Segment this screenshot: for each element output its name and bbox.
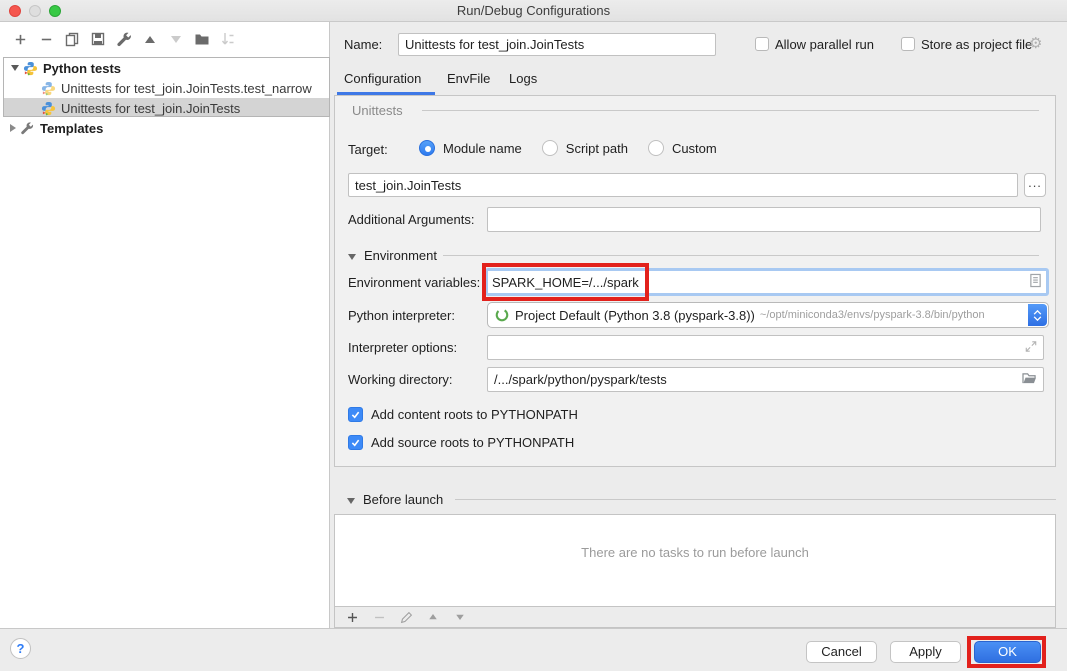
python-interpreter-select[interactable]: Project Default (Python 3.8 (pyspark-3.8… xyxy=(487,302,1049,328)
additional-arguments-input[interactable] xyxy=(487,207,1041,232)
store-as-project-file-label: Store as project file xyxy=(921,37,1032,52)
tree-item-templates[interactable]: Templates xyxy=(3,118,330,138)
templates-wrench-icon xyxy=(20,121,35,136)
before-launch-tasks-list[interactable]: There are no tasks to run before launch xyxy=(334,514,1056,607)
before-launch-title: Before launch xyxy=(363,492,443,507)
unittests-config-panel: Unittests Target: Module name Script pat… xyxy=(334,95,1056,467)
allow-parallel-run-label: Allow parallel run xyxy=(775,37,874,52)
chevron-down-icon[interactable] xyxy=(11,65,19,71)
move-task-down-icon xyxy=(452,609,468,625)
python-interpreter-label: Python interpreter: xyxy=(348,308,455,323)
minimize-window-button xyxy=(29,5,41,17)
python-tests-icon xyxy=(23,61,38,76)
configurations-sidebar: Python tests Unittests for test_join.Joi… xyxy=(0,22,330,628)
tree-item-unittests-narrow[interactable]: Unittests for test_join.JoinTests.test_n… xyxy=(4,78,329,98)
additional-arguments-label: Additional Arguments: xyxy=(348,212,474,227)
env-variables-list-icon[interactable] xyxy=(1029,273,1042,291)
chevron-right-icon[interactable] xyxy=(10,124,16,132)
interpreter-options-label: Interpreter options: xyxy=(348,340,457,355)
add-content-roots-checkbox[interactable] xyxy=(348,407,363,422)
folder-icon[interactable] xyxy=(1022,372,1037,388)
tree-item-python-tests[interactable]: Python tests xyxy=(4,58,329,78)
before-launch-toolbar xyxy=(334,607,1056,628)
title-bar: Run/Debug Configurations xyxy=(0,0,1067,22)
conda-env-icon xyxy=(495,308,509,322)
environment-variables-label: Environment variables: xyxy=(348,275,480,290)
radio-module-name[interactable] xyxy=(419,140,435,156)
copy-icon[interactable] xyxy=(64,31,80,47)
store-as-project-file-checkbox[interactable] xyxy=(901,37,915,51)
apply-button[interactable]: Apply xyxy=(890,641,961,663)
help-button[interactable]: ? xyxy=(10,638,31,659)
edit-templates-icon[interactable] xyxy=(116,31,132,47)
sidebar-toolbar xyxy=(12,31,236,47)
group-title: Unittests xyxy=(352,103,403,118)
tree-item-label: Unittests for test_join.JoinTests.test_n… xyxy=(61,81,312,96)
working-directory-label: Working directory: xyxy=(348,372,453,387)
working-directory-input[interactable]: /.../spark/python/pyspark/tests xyxy=(487,367,1044,392)
tree-item-unittests-jointests[interactable]: Unittests for test_join.JoinTests xyxy=(4,98,329,117)
environment-section-title: Environment xyxy=(364,248,437,263)
browse-button[interactable]: ... xyxy=(1024,173,1046,197)
interpreter-options-input[interactable] xyxy=(487,335,1044,360)
edit-task-icon xyxy=(398,609,414,625)
empty-tasks-message: There are no tasks to run before launch xyxy=(335,545,1055,560)
move-task-up-icon xyxy=(425,609,441,625)
before-launch-divider xyxy=(455,499,1056,500)
radio-custom-label: Custom xyxy=(672,141,717,156)
add-source-roots-label: Add source roots to PYTHONPATH xyxy=(371,435,574,450)
environment-divider xyxy=(443,255,1039,256)
environment-collapse-icon[interactable] xyxy=(348,254,356,260)
tree-item-label: Python tests xyxy=(43,61,121,76)
python-test-icon xyxy=(41,101,56,116)
close-window-button[interactable] xyxy=(9,5,21,17)
radio-script-path-label: Script path xyxy=(566,141,628,156)
expand-field-icon[interactable] xyxy=(1025,340,1037,355)
configurations-tree: Python tests Unittests for test_join.Joi… xyxy=(3,57,330,117)
environment-variables-input[interactable]: SPARK_HOME=/.../spark xyxy=(485,268,1049,296)
group-divider xyxy=(422,110,1039,111)
name-label: Name: xyxy=(344,37,382,52)
target-label: Target: xyxy=(348,142,388,157)
sort-alphabetically-icon xyxy=(220,31,236,47)
radio-module-name-label: Module name xyxy=(443,141,522,156)
python-test-icon xyxy=(41,81,56,96)
remove-icon[interactable] xyxy=(38,31,54,47)
radio-custom[interactable] xyxy=(648,140,664,156)
tab-logs[interactable]: Logs xyxy=(509,71,537,86)
tree-item-label: Unittests for test_join.JoinTests xyxy=(61,101,240,116)
move-up-icon[interactable] xyxy=(142,31,158,47)
before-launch-collapse-icon[interactable] xyxy=(347,498,355,504)
allow-parallel-run-checkbox[interactable] xyxy=(755,37,769,51)
tab-envfile[interactable]: EnvFile xyxy=(447,71,490,86)
zoom-window-button[interactable] xyxy=(49,5,61,17)
save-icon[interactable] xyxy=(90,31,106,47)
move-down-icon xyxy=(168,31,184,47)
add-task-icon[interactable] xyxy=(344,609,360,625)
gear-icon[interactable]: ⚙ xyxy=(1029,36,1042,51)
ok-button[interactable]: OK xyxy=(974,641,1041,663)
module-name-input[interactable]: test_join.JoinTests xyxy=(348,173,1018,197)
interpreter-path-hint: ~/opt/miniconda3/envs/pyspark-3.8/bin/py… xyxy=(760,309,985,321)
remove-task-icon xyxy=(371,609,387,625)
window-title: Run/Debug Configurations xyxy=(0,0,1067,21)
footer-divider xyxy=(0,628,1067,629)
radio-script-path[interactable] xyxy=(542,140,558,156)
cancel-button[interactable]: Cancel xyxy=(806,641,877,663)
tab-configuration[interactable]: Configuration xyxy=(344,71,421,86)
add-icon[interactable] xyxy=(12,31,28,47)
combo-stepper-icon[interactable] xyxy=(1028,304,1047,326)
new-folder-icon[interactable] xyxy=(194,31,210,47)
add-content-roots-label: Add content roots to PYTHONPATH xyxy=(371,407,578,422)
add-source-roots-checkbox[interactable] xyxy=(348,435,363,450)
tree-item-label: Templates xyxy=(40,121,103,136)
name-input[interactable]: Unittests for test_join.JoinTests xyxy=(398,33,716,56)
